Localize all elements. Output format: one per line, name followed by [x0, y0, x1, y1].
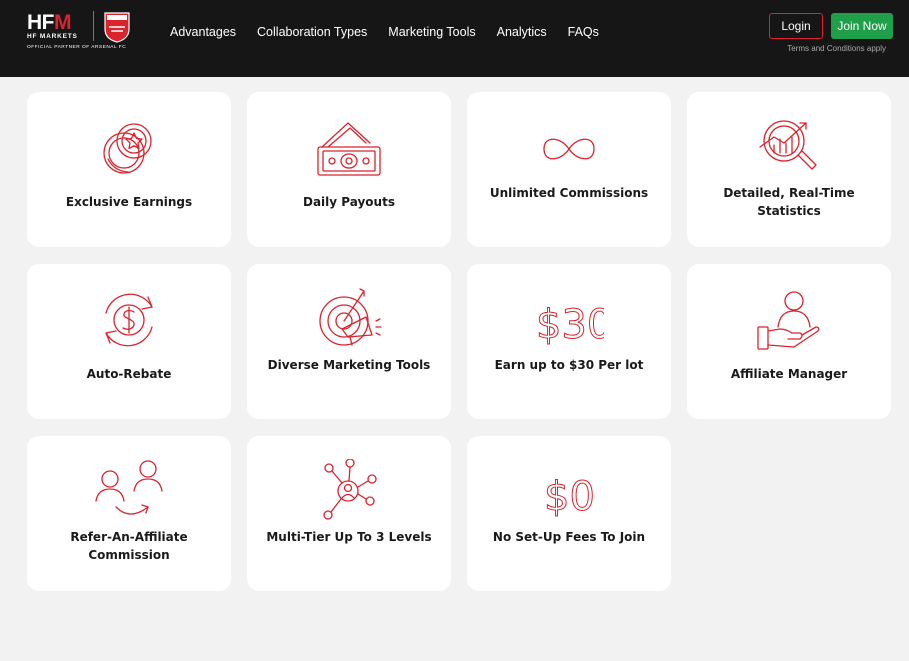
hfm-logo[interactable]: HFM HF MARKETS OFFICIAL PARTNER OF ARSEN… [27, 11, 137, 55]
feature-card-unlimited-commissions: Unlimited Commissions [467, 92, 671, 247]
hand-person-icon [757, 291, 820, 350]
feature-card-daily-payouts: Daily Payouts [247, 92, 451, 247]
logo-partner-text: OFFICIAL PARTNER OF ARSENAL FC [27, 45, 127, 50]
feature-label: Detailed, Real-Time Statistics [723, 186, 855, 218]
feature-label: Exclusive Earnings [65, 195, 193, 209]
feature-label: Daily Payouts [303, 195, 395, 209]
join-now-button[interactable]: Join Now [831, 13, 893, 39]
cash-icon [317, 122, 381, 176]
feature-card-affiliate-manager: Affiliate Manager [687, 264, 891, 419]
infinity-icon [543, 138, 595, 160]
feature-card-detailed-statistics: Detailed, Real-Time Statistics [687, 92, 891, 247]
target-megaphone-icon [319, 288, 382, 346]
dollar-cycle-icon [105, 293, 153, 347]
feature-card-diverse-marketing-tools: Diverse Marketing Tools [247, 264, 451, 419]
icon-text: $0 [544, 474, 595, 520]
top-navigation-bar: HFM HF MARKETS OFFICIAL PARTNER OF ARSEN… [0, 0, 909, 77]
logo-subtitle: HF MARKETS [27, 33, 78, 40]
icon-text: $30 [536, 302, 604, 348]
nav-faqs[interactable]: FAQs [568, 24, 599, 40]
chart-magnifier-icon [759, 120, 817, 170]
feature-label: Multi-Tier Up To 3 Levels [266, 530, 432, 544]
logo-divider [93, 11, 94, 41]
feature-label: Refer-An-Affiliate Commission [70, 530, 188, 562]
feature-card-multi-tier: Multi-Tier Up To 3 Levels [247, 436, 451, 591]
refer-people-icon [95, 460, 163, 515]
nav-analytics[interactable]: Analytics [497, 24, 547, 40]
nav-advantages[interactable]: Advantages [170, 24, 236, 40]
feature-card-refer-an-affiliate: Refer-An-Affiliate Commission [27, 436, 231, 591]
feature-label: Auto-Rebate [86, 367, 172, 381]
login-button[interactable]: Login [769, 13, 823, 39]
feature-label: Unlimited Commissions [489, 186, 649, 200]
thirty-dollar-icon: $30 [536, 302, 605, 349]
zero-dollar-icon: $0 [544, 474, 596, 521]
network-icon [323, 459, 377, 520]
feature-card-auto-rebate: Auto-Rebate [27, 264, 231, 419]
feature-label: No Set-Up Fees To Join [492, 530, 646, 544]
arsenal-crest-icon [104, 12, 130, 43]
main-nav: Advantages Collaboration Types Marketing… [170, 24, 620, 40]
feature-card-earn-30-per-lot: $30 Earn up to $30 Per lot [467, 264, 671, 419]
nav-collaboration-types[interactable]: Collaboration Types [257, 24, 367, 40]
terms-link[interactable]: Terms and Conditions apply [770, 44, 886, 53]
logo-wordmark: HFM [27, 11, 72, 34]
coins-icon [103, 123, 152, 174]
nav-marketing-tools[interactable]: Marketing Tools [388, 24, 475, 40]
feature-label: Affiliate Manager [730, 367, 848, 381]
feature-label: Earn up to $30 Per lot [494, 358, 644, 372]
feature-card-no-setup-fees: $0 No Set-Up Fees To Join [467, 436, 671, 591]
feature-label: Diverse Marketing Tools [267, 358, 431, 372]
feature-card-exclusive-earnings: Exclusive Earnings [27, 92, 231, 247]
